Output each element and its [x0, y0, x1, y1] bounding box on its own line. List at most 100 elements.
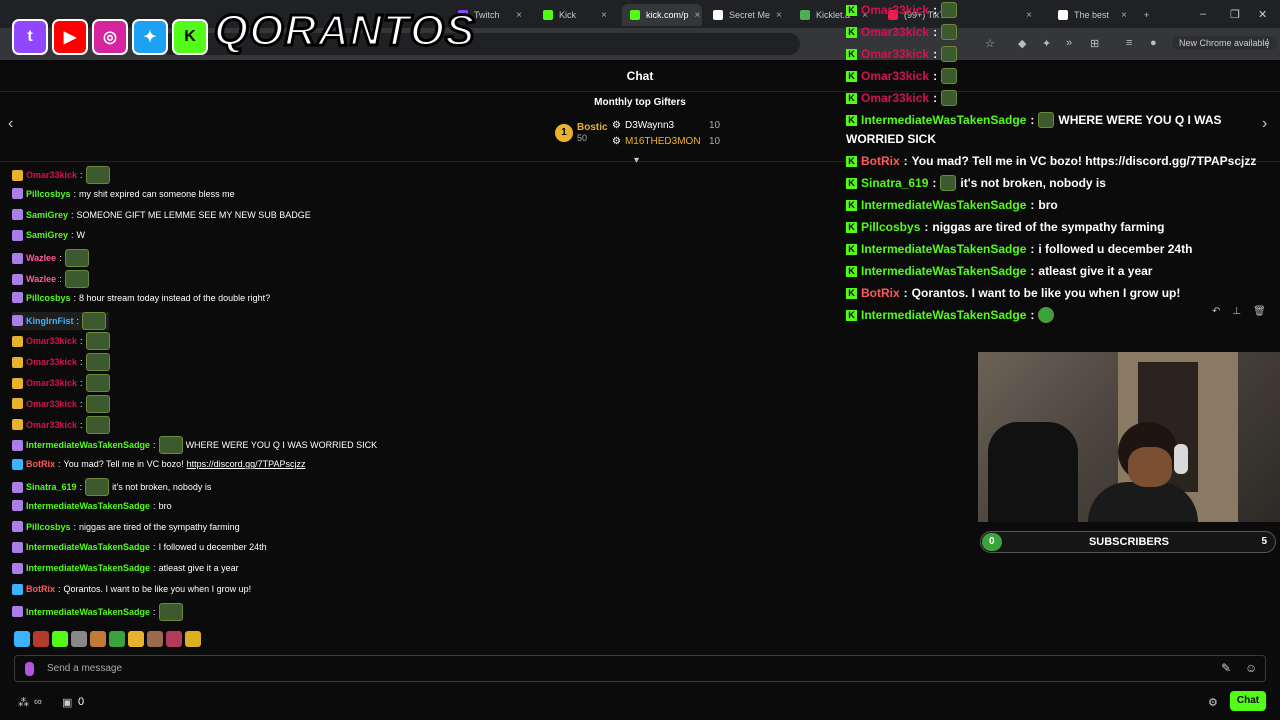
close-tab-icon[interactable]: ×: [776, 10, 782, 21]
chat-message[interactable]: Pillcosbys: niggas are tired of the sympa…: [12, 520, 240, 534]
close-window-icon[interactable]: ✕: [1258, 8, 1267, 21]
chat-message[interactable]: Sinatra_619: it's not broken, nobody is: [12, 478, 211, 496]
chat-emote[interactable]: [85, 478, 110, 496]
close-tab-icon[interactable]: ×: [516, 10, 522, 21]
chat-username[interactable]: IntermediateWasTakenSadge: [26, 605, 150, 619]
chat-message[interactable]: Omar33kick:: [12, 415, 113, 434]
chat-emote[interactable]: [158, 602, 183, 621]
emote-button[interactable]: [185, 631, 201, 647]
reply-icon[interactable]: ↶: [1212, 306, 1220, 317]
chat-username[interactable]: IntermediateWasTakenSadge: [26, 499, 150, 513]
chat-message[interactable]: IntermediateWasTakenSadge: WHERE WERE YOU…: [12, 436, 377, 455]
extension-icon[interactable]: ✦: [1042, 37, 1051, 50]
chat-emote[interactable]: [158, 436, 183, 455]
gifters-prev-arrow-icon[interactable]: ‹: [8, 115, 13, 133]
delete-icon[interactable]: 🗑: [1253, 306, 1266, 317]
browser-tab[interactable]: kick.com/p ×: [622, 4, 702, 26]
translate-icon[interactable]: ✎: [1221, 661, 1231, 675]
restore-icon[interactable]: ❐: [1230, 8, 1240, 21]
chat-username[interactable]: KingIrnFist: [26, 314, 74, 328]
chat-username[interactable]: Pillcosbys: [26, 291, 71, 305]
chat-emote[interactable]: [85, 353, 110, 372]
chat-message[interactable]: IntermediateWasTakenSadge: I followed u d…: [12, 540, 267, 554]
menu-kebab-icon[interactable]: ⋮: [1262, 37, 1273, 50]
chat-message[interactable]: Omar33kick:: [12, 332, 113, 351]
browser-tab[interactable]: Kick ×: [535, 4, 615, 26]
chat-username[interactable]: BotRix: [26, 582, 55, 596]
chat-username[interactable]: IntermediateWasTakenSadge: [26, 540, 150, 554]
pin-icon[interactable]: ⊥: [1232, 306, 1241, 317]
chat-username[interactable]: Wazlee: [26, 251, 56, 265]
download-icon[interactable]: ≡: [1126, 37, 1132, 49]
emote-button[interactable]: [71, 631, 87, 647]
new-chrome-available-button[interactable]: New Chrome available: [1172, 36, 1277, 50]
chat-input-box[interactable]: Send a message ✎ ☺: [14, 655, 1266, 682]
close-tab-icon[interactable]: ×: [1026, 10, 1032, 21]
chat-emote[interactable]: [64, 270, 89, 288]
settings-gear-icon[interactable]: ⚙: [1208, 696, 1218, 709]
emote-button[interactable]: [147, 631, 163, 647]
chat-message[interactable]: Wazlee:: [12, 249, 92, 268]
chat-username[interactable]: SamiGrey: [26, 208, 68, 222]
emoji-picker-icon[interactable]: ☺: [1245, 661, 1257, 675]
chat-emote[interactable]: [85, 332, 110, 351]
chat-username[interactable]: Omar33kick: [26, 376, 77, 390]
emote-button[interactable]: [128, 631, 144, 647]
top-gifter-first[interactable]: 1 Bostic 50: [555, 122, 608, 143]
chat-username[interactable]: Wazlee: [26, 272, 56, 286]
collapse-chevron-icon[interactable]: ▾: [634, 155, 639, 166]
microphone-icon[interactable]: [25, 662, 34, 676]
chat-message[interactable]: BotRix: Qorantos. I want to be like you w…: [12, 582, 251, 596]
emote-button[interactable]: [90, 631, 106, 647]
close-tab-icon[interactable]: ×: [1121, 10, 1127, 21]
emote-button[interactable]: [14, 631, 30, 647]
chat-send-button[interactable]: Chat: [1230, 691, 1266, 711]
gift-icon[interactable]: ▣: [62, 696, 72, 709]
extensions-puzzle-icon[interactable]: ⊞: [1090, 37, 1099, 50]
chat-emote[interactable]: [64, 249, 89, 268]
chat-message[interactable]: IntermediateWasTakenSadge: bro: [12, 499, 172, 513]
infinity-icon[interactable]: ∞: [34, 696, 42, 708]
chat-emote[interactable]: [82, 311, 107, 330]
browser-tab[interactable]: Secret Me ×: [705, 4, 789, 26]
chat-link[interactable]: https://discord.gg/7TPAPscjzz: [187, 457, 306, 471]
emote-button[interactable]: [52, 631, 68, 647]
chat-message[interactable]: IntermediateWasTakenSadge: atleast give i…: [12, 561, 239, 575]
chat-username[interactable]: Sinatra_619: [26, 480, 77, 494]
bookmark-star-icon[interactable]: ☆: [985, 37, 995, 50]
chat-message[interactable]: SamiGrey: SOMEONE GIFT ME LEMME SEE MY NE…: [12, 208, 311, 222]
chat-username[interactable]: SamiGrey: [26, 228, 68, 242]
chat-username[interactable]: Omar33kick: [26, 397, 77, 411]
new-tab-button[interactable]: +: [1136, 4, 1158, 26]
emote-button[interactable]: [166, 631, 182, 647]
chat-message[interactable]: SamiGrey: W: [12, 228, 85, 242]
chat-username[interactable]: Omar33kick: [26, 334, 77, 348]
gifters-next-arrow-icon[interactable]: ›: [1262, 115, 1267, 133]
emote-button[interactable]: [33, 631, 49, 647]
chat-username[interactable]: Omar33kick: [26, 355, 77, 369]
chat-username[interactable]: Pillcosbys: [26, 187, 71, 201]
chat-message[interactable]: Wazlee:: [12, 270, 92, 288]
points-icon[interactable]: ⁂: [18, 696, 29, 709]
extension-icon[interactable]: ◆: [1018, 37, 1026, 50]
minimize-icon[interactable]: –: [1200, 8, 1206, 20]
chat-message[interactable]: Omar33kick:: [12, 374, 113, 392]
profile-avatar-icon[interactable]: ●: [1150, 37, 1157, 49]
chat-emote[interactable]: [85, 166, 110, 184]
chat-emote[interactable]: [85, 415, 110, 434]
chat-message[interactable]: Omar33kick:: [12, 394, 113, 413]
emote-button[interactable]: [109, 631, 125, 647]
chat-emote[interactable]: [85, 394, 110, 413]
chat-message[interactable]: Omar33kick:: [12, 166, 113, 184]
browser-tab[interactable]: The best ×: [1050, 4, 1135, 26]
chat-username[interactable]: BotRix: [26, 457, 55, 471]
chat-username[interactable]: Omar33kick: [26, 418, 77, 432]
chat-emote[interactable]: [85, 374, 110, 392]
chat-message[interactable]: BotRix: You mad? Tell me in VC bozo! https…: [12, 457, 305, 471]
gifter-row[interactable]: ⚙ M16THED3MON 10: [612, 136, 720, 147]
chat-message[interactable]: Omar33kick:: [12, 353, 113, 372]
close-tab-icon[interactable]: ×: [695, 10, 701, 21]
chat-message[interactable]: KingIrnFist:: [12, 311, 110, 330]
chat-message[interactable]: Pillcosbys: my shit expired can someone b…: [12, 187, 235, 201]
close-tab-icon[interactable]: ×: [601, 10, 607, 21]
